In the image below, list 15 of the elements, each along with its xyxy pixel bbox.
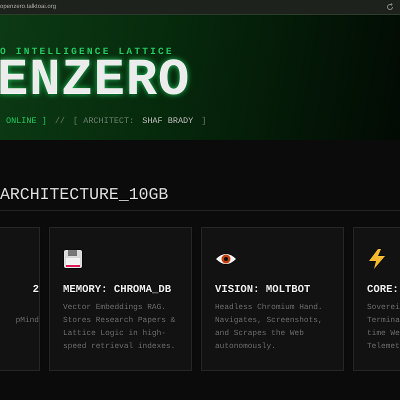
- bracket-text: ]: [201, 116, 206, 126]
- card-title: 2: [32, 284, 39, 296]
- hero-subtitle: O INTELLIGENCE LATTICE: [0, 46, 175, 58]
- eye-icon: [215, 252, 237, 266]
- status-text: ONLINE ]: [6, 116, 47, 126]
- card-title: CORE:: [367, 284, 400, 296]
- hero-title: ENZERO: [0, 58, 192, 104]
- lightning-bolt-icon: [367, 248, 387, 270]
- card-title: MEMORY: CHROMA_DB: [63, 284, 172, 296]
- reload-icon[interactable]: [386, 3, 394, 11]
- section-title: ARCHITECTURE_10GB: [0, 186, 400, 211]
- card-title: VISION: MOLTBOT: [215, 284, 312, 296]
- separator-text: //: [54, 116, 66, 126]
- architect-name: SHAF BRADY: [142, 116, 194, 126]
- architect-label: [ ARCHITECT:: [73, 116, 134, 126]
